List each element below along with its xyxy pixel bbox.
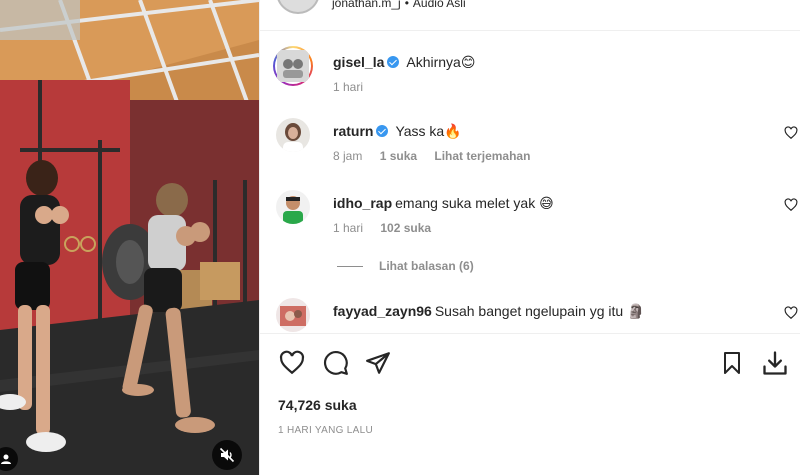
- verified-badge-icon: [387, 56, 400, 68]
- comment-text: Susah banget ngelupain yg itu 🗿: [434, 303, 645, 319]
- comment-time[interactable]: 1 hari: [333, 221, 363, 235]
- comment-heart-icon[interactable]: [784, 126, 798, 140]
- comment-avatar[interactable]: [276, 298, 310, 332]
- post-timestamp[interactable]: 1 HARI YANG LALU: [278, 425, 373, 436]
- see-translation-link[interactable]: Lihat terjemahan: [434, 149, 530, 163]
- post-panel: jonathan.m_j • Audio Asli gisel_la Akhirnya…: [259, 0, 800, 475]
- action-bar: [276, 349, 791, 379]
- comment-time[interactable]: 1 hari: [333, 80, 363, 94]
- view-replies-link[interactable]: Lihat balasan (6): [337, 259, 474, 273]
- comment-avatar[interactable]: [276, 118, 310, 152]
- comment-heart-icon[interactable]: [784, 306, 798, 320]
- muted-speaker-icon[interactable]: [212, 440, 242, 470]
- bookmark-icon[interactable]: [718, 349, 746, 377]
- comment-text: emang suka melet yak 😅: [395, 195, 554, 211]
- replies-line: [337, 265, 363, 267]
- comment-item: gisel_la Akhirnya😊 1 hari: [273, 46, 786, 97]
- comment-item: fayyad_zayn96 Susah banget ngelupain yg i…: [276, 298, 798, 334]
- post-video[interactable]: [0, 0, 259, 475]
- comment-like-count[interactable]: 102 suka: [380, 221, 431, 235]
- comment-text: Akhirnya😊: [406, 54, 476, 70]
- comment-item: raturn Yass ka🔥 8 jam 1 suka Lihat terjem…: [276, 118, 798, 166]
- comment-username[interactable]: gisel_la: [333, 54, 384, 70]
- download-icon[interactable]: [761, 349, 789, 377]
- owner-username[interactable]: jonathan.m_j: [332, 0, 401, 10]
- comment-username[interactable]: idho_rap: [333, 195, 392, 211]
- meta-separator: •: [404, 0, 409, 10]
- comment-username[interactable]: fayyad_zayn96: [333, 303, 432, 319]
- comment-avatar[interactable]: [276, 190, 310, 224]
- video-frame: [0, 0, 259, 475]
- comment-like-count[interactable]: 1 suka: [380, 149, 417, 163]
- audio-link[interactable]: Audio Asli: [413, 0, 466, 10]
- actions-divider: [260, 333, 800, 334]
- post-header: jonathan.m_j • Audio Asli: [276, 0, 466, 16]
- comment-heart-icon[interactable]: [784, 198, 798, 212]
- heart-icon[interactable]: [278, 349, 306, 377]
- send-icon[interactable]: [364, 349, 392, 377]
- comment-time[interactable]: 8 jam: [333, 149, 362, 163]
- verified-badge-icon: [376, 125, 389, 137]
- comment-username[interactable]: raturn: [333, 123, 373, 139]
- view-replies-label: Lihat balasan (6): [379, 259, 474, 273]
- like-count[interactable]: 74,726 suka: [278, 397, 357, 413]
- owner-avatar[interactable]: [276, 0, 320, 14]
- header-divider: [260, 30, 800, 31]
- comment-item: idho_rap emang suka melet yak 😅 1 hari 10…: [276, 190, 798, 238]
- comment-icon[interactable]: [322, 349, 350, 377]
- comment-text: Yass ka🔥: [395, 123, 462, 139]
- comment-avatar[interactable]: [273, 46, 313, 86]
